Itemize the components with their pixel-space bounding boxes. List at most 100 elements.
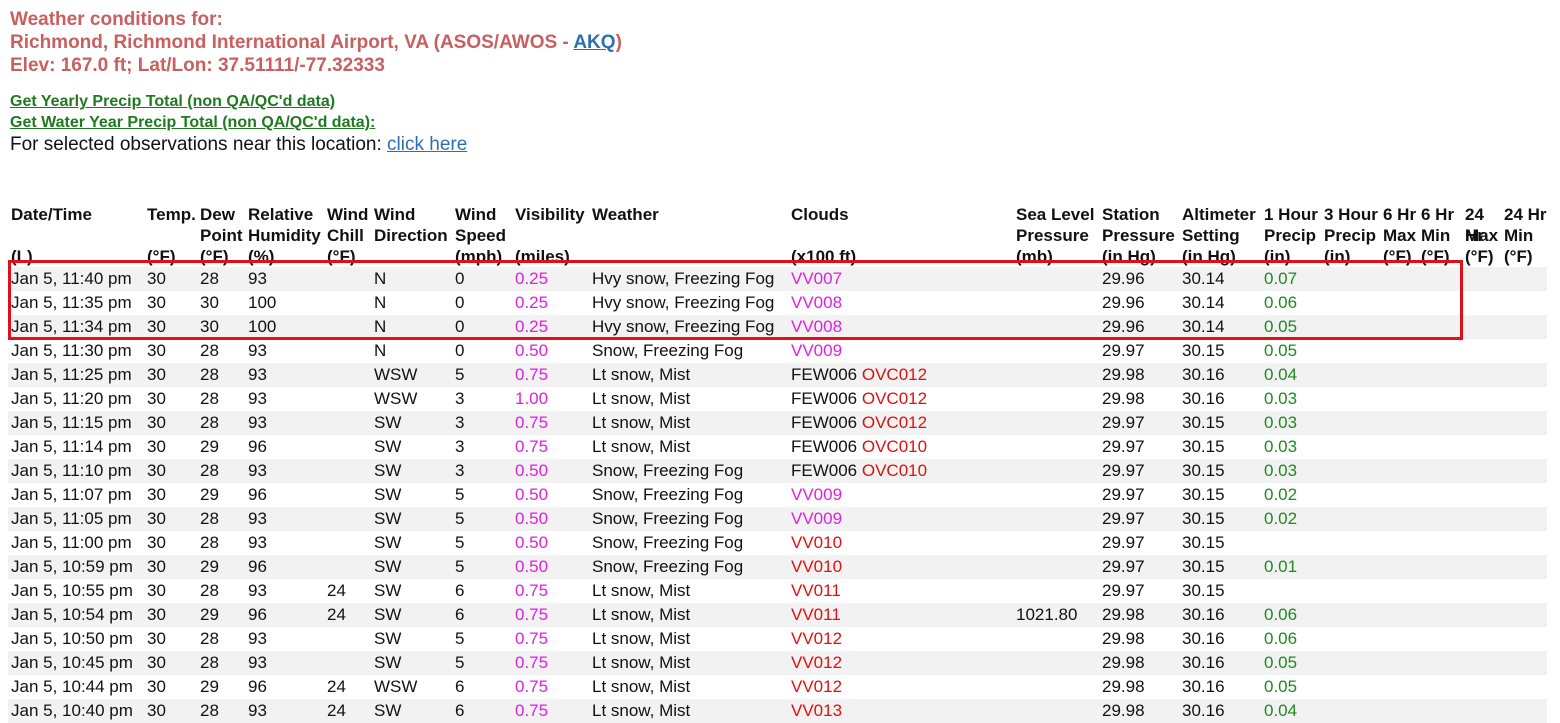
cell-mx24 bbox=[1462, 291, 1501, 315]
elevation-latlon: Elev: 167.0 ft; Lat/Lon: 37.51111/-77.32… bbox=[10, 55, 385, 76]
cell-spd: 3 bbox=[455, 413, 465, 432]
cell-dew: 29 bbox=[200, 677, 219, 696]
column-header-line: Temp. bbox=[147, 205, 196, 224]
cell-clouds: VV011 bbox=[788, 603, 1013, 627]
column-header-line: Dew bbox=[200, 205, 235, 224]
cell-dt: Jan 5, 10:44 pm bbox=[11, 677, 133, 696]
cell-mn6 bbox=[1418, 483, 1462, 507]
column-header: 24 Hr Min (°F) bbox=[1501, 204, 1547, 267]
cell-temp: 30 bbox=[147, 413, 166, 432]
water-year-precip-link[interactable]: Get Water Year Precip Total (non QA/QC'd… bbox=[10, 112, 1560, 133]
cell-p3 bbox=[1321, 699, 1380, 723]
cell-dt: Jan 5, 11:40 pm bbox=[11, 269, 132, 288]
column-header: Temp. (°F) bbox=[144, 204, 197, 267]
cell-mn6 bbox=[1418, 555, 1462, 579]
cell-temp: 30 bbox=[147, 317, 166, 336]
cell-p3 bbox=[1321, 555, 1380, 579]
column-header-line: Max bbox=[1383, 226, 1417, 245]
table-row: Jan 5, 11:10 pm 30 28 93 SW 3 0.50 Snow, Freezi… bbox=[8, 459, 1547, 483]
column-header: Wind Speed (mph) bbox=[452, 204, 512, 267]
cell-rh: 93 bbox=[248, 701, 267, 720]
cell-p1: 0.03 bbox=[1264, 461, 1298, 480]
cell-vis: 0.75 bbox=[515, 629, 549, 648]
cell-wx: Snow, Freezing Fog bbox=[592, 461, 744, 480]
cell-rh: 93 bbox=[248, 581, 267, 600]
cell-alt: 30.16 bbox=[1182, 677, 1225, 696]
cell-mx24 bbox=[1462, 435, 1501, 459]
column-header-line: Weather bbox=[592, 205, 659, 224]
cell-rh: 96 bbox=[248, 557, 267, 576]
cell-alt: 30.16 bbox=[1182, 653, 1225, 672]
cell-stp: 29.97 bbox=[1102, 533, 1145, 552]
cell-slp bbox=[1013, 267, 1099, 291]
cell-mn24 bbox=[1501, 459, 1547, 483]
cell-dir: SW bbox=[374, 461, 402, 480]
cell-wx: Snow, Freezing Fog bbox=[592, 557, 744, 576]
table-row: Jan 5, 11:05 pm 30 28 93 SW 5 0.50 Snow, Freezi… bbox=[8, 507, 1547, 531]
cell-vis: 0.75 bbox=[515, 437, 549, 456]
cell-stp: 29.98 bbox=[1102, 605, 1145, 624]
cell-mn6 bbox=[1418, 459, 1462, 483]
cell-chill bbox=[324, 507, 371, 531]
column-header: 1 Hour Precip (in) bbox=[1261, 204, 1321, 267]
cell-rh: 100 bbox=[248, 317, 277, 336]
cell-mn24 bbox=[1501, 603, 1547, 627]
table-row: Jan 5, 10:45 pm 30 28 93 SW 5 0.75 Lt snow, Mis… bbox=[8, 651, 1547, 675]
cell-dir: SW bbox=[374, 413, 402, 432]
station-name-suffix: ) bbox=[615, 32, 622, 53]
cell-vis: 0.75 bbox=[515, 365, 549, 384]
akq-link[interactable]: AKQ bbox=[573, 32, 615, 53]
cell-chill bbox=[324, 651, 371, 675]
cell-p3 bbox=[1321, 603, 1380, 627]
cell-alt: 30.15 bbox=[1182, 461, 1225, 480]
cell-chill bbox=[324, 627, 371, 651]
cell-alt: 30.16 bbox=[1182, 365, 1225, 384]
click-here-link[interactable]: click here bbox=[387, 134, 467, 155]
table-row: Jan 5, 10:50 pm 30 28 93 SW 5 0.75 Lt snow, Mis… bbox=[8, 627, 1547, 651]
cell-mx6 bbox=[1380, 579, 1418, 603]
cell-chill bbox=[324, 315, 371, 339]
cloud-layer-ovc: OVC010 bbox=[861, 461, 928, 480]
cell-mn6 bbox=[1418, 579, 1462, 603]
cell-p3 bbox=[1321, 435, 1380, 459]
column-header-line: Sea Level bbox=[1016, 205, 1095, 224]
cloud-layer-ovc: OVC010 bbox=[861, 437, 928, 456]
column-header-line bbox=[11, 225, 144, 246]
cell-mx6 bbox=[1380, 651, 1418, 675]
cell-dir: N bbox=[374, 341, 387, 360]
cell-vis: 1.00 bbox=[515, 389, 549, 408]
cell-spd: 6 bbox=[455, 677, 465, 696]
cell-slp bbox=[1013, 363, 1099, 387]
column-header-line: (in) bbox=[1264, 247, 1291, 266]
yearly-precip-link[interactable]: Get Yearly Precip Total (non QA/QC'd dat… bbox=[10, 91, 1560, 112]
cell-dew: 29 bbox=[200, 557, 219, 576]
cloud-layer: VV008 bbox=[791, 317, 843, 336]
cell-stp: 29.97 bbox=[1102, 341, 1145, 360]
page: Weather conditions for: Richmond, Richmo… bbox=[0, 0, 1560, 157]
cell-chill bbox=[324, 267, 371, 291]
observations-table: Date/Time (L) Temp. (°F) Dew Point (°F) Relat… bbox=[8, 204, 1547, 723]
cell-chill bbox=[324, 291, 371, 315]
column-header-line: Wind bbox=[455, 205, 497, 224]
cell-mx24 bbox=[1462, 555, 1501, 579]
cell-slp: 1021.80 bbox=[1016, 605, 1078, 624]
column-header-line bbox=[592, 225, 788, 246]
cell-mn24 bbox=[1501, 483, 1547, 507]
column-header-line: (in Hg) bbox=[1102, 247, 1156, 266]
cell-chill: 24 bbox=[327, 605, 346, 624]
cell-mx6 bbox=[1380, 531, 1418, 555]
cell-mn6 bbox=[1418, 507, 1462, 531]
cell-dt: Jan 5, 11:25 pm bbox=[11, 365, 132, 384]
cell-slp bbox=[1013, 315, 1099, 339]
cell-wx: Lt snow, Mist bbox=[592, 605, 691, 624]
column-header: 24 Hr Max (°F) bbox=[1462, 204, 1501, 267]
cell-mn24 bbox=[1501, 627, 1547, 651]
column-header-line bbox=[791, 225, 1013, 246]
column-header-line: Precip bbox=[1324, 226, 1376, 245]
cell-clouds: VV009 bbox=[788, 507, 1013, 531]
column-header-line: Precip bbox=[1264, 226, 1316, 245]
cell-rh: 93 bbox=[248, 533, 267, 552]
cell-stp: 29.97 bbox=[1102, 581, 1145, 600]
cell-dew: 29 bbox=[200, 605, 219, 624]
cell-temp: 30 bbox=[147, 269, 166, 288]
